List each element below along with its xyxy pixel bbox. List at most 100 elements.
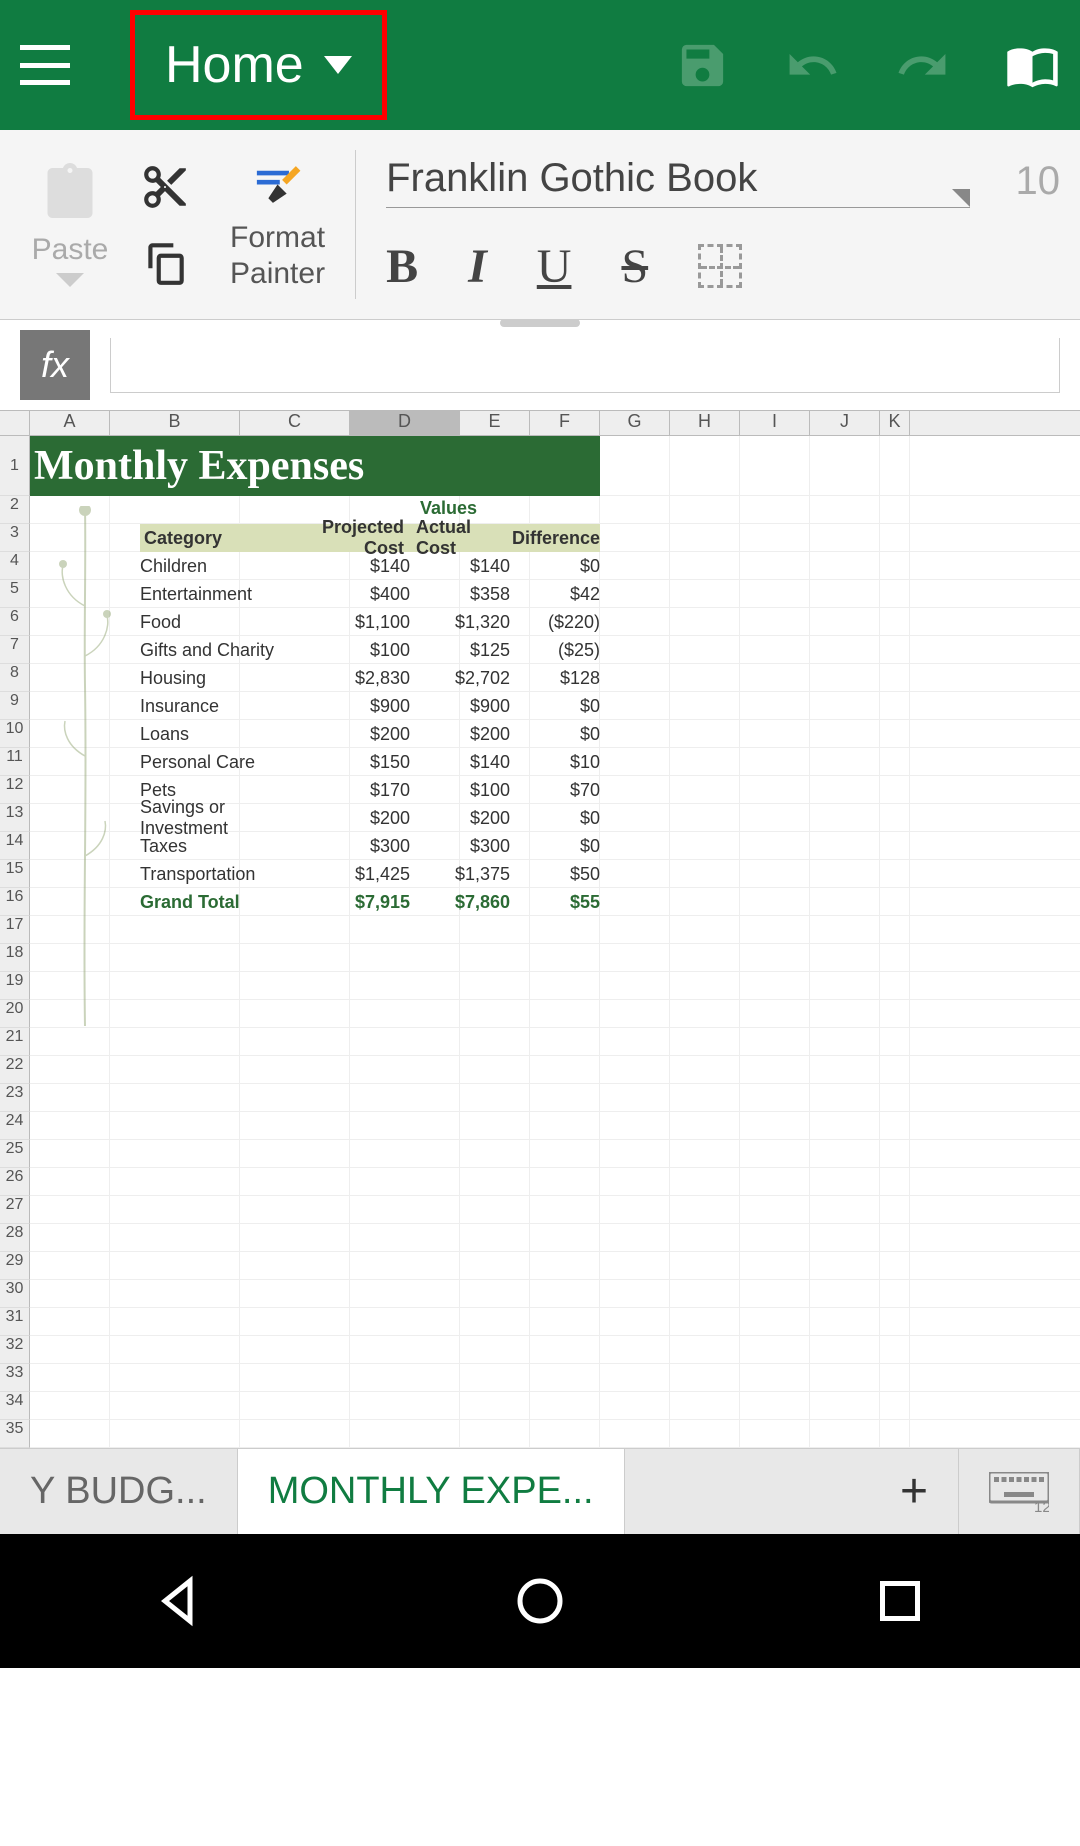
save-icon[interactable] — [675, 38, 730, 93]
italic-button[interactable]: I — [468, 239, 487, 294]
row-header[interactable]: 23 — [0, 1084, 30, 1112]
row-header[interactable]: 4 — [0, 552, 30, 580]
recent-apps-button[interactable] — [870, 1571, 930, 1631]
row-header[interactable]: 11 — [0, 748, 30, 776]
row-header[interactable]: 17 — [0, 916, 30, 944]
col-header[interactable]: H — [670, 411, 740, 435]
row-header[interactable]: 25 — [0, 1140, 30, 1168]
row-header[interactable]: 13 — [0, 804, 30, 832]
col-header[interactable]: G — [600, 411, 670, 435]
table-row[interactable]: Taxes$300$300$0 — [140, 832, 600, 860]
row-header[interactable]: 6 — [0, 608, 30, 636]
table-row[interactable]: Housing$2,830$2,702$128 — [140, 664, 600, 692]
hamburger-menu-icon[interactable] — [20, 45, 70, 85]
row-header[interactable]: 35 — [0, 1420, 30, 1448]
row-header[interactable]: 7 — [0, 636, 30, 664]
table-total-row[interactable]: Grand Total$7,915$7,860$55 — [140, 888, 600, 916]
table-row[interactable]: Transportation$1,425$1,375$50 — [140, 860, 600, 888]
table-header-row: Category Projected Cost Actual Cost Diff… — [140, 524, 600, 552]
paste-label: Paste — [32, 233, 109, 267]
row-header[interactable]: 22 — [0, 1056, 30, 1084]
cut-icon[interactable] — [140, 162, 190, 212]
ribbon-drag-handle[interactable] — [500, 319, 580, 327]
row-header[interactable]: 9 — [0, 692, 30, 720]
col-header-selected[interactable]: D — [350, 411, 460, 435]
col-header[interactable]: E — [460, 411, 530, 435]
col-header[interactable]: F — [530, 411, 600, 435]
row-header[interactable]: 8 — [0, 664, 30, 692]
underline-button[interactable]: U — [537, 239, 572, 294]
row-header[interactable]: 31 — [0, 1308, 30, 1336]
format-painter-label: Format Painter — [230, 220, 325, 292]
app-bar: Home — [0, 0, 1080, 130]
row-header[interactable]: 33 — [0, 1364, 30, 1392]
redo-icon[interactable] — [895, 38, 950, 93]
row-header[interactable]: 15 — [0, 860, 30, 888]
row-header[interactable]: 16 — [0, 888, 30, 916]
col-header[interactable]: K — [880, 411, 910, 435]
table-row[interactable]: Loans$200$200$0 — [140, 720, 600, 748]
chevron-down-icon — [324, 56, 352, 74]
row-header[interactable]: 1 — [0, 436, 30, 496]
col-header[interactable]: J — [810, 411, 880, 435]
bold-button[interactable]: B — [386, 239, 418, 294]
row-header[interactable]: 28 — [0, 1224, 30, 1252]
table-row[interactable]: Insurance$900$900$0 — [140, 692, 600, 720]
add-sheet-button[interactable]: + — [870, 1449, 959, 1534]
col-header[interactable]: A — [30, 411, 110, 435]
col-header[interactable]: C — [240, 411, 350, 435]
borders-button[interactable] — [698, 244, 742, 288]
row-header[interactable]: 12 — [0, 776, 30, 804]
font-name-select[interactable]: Franklin Gothic Book — [386, 156, 970, 208]
ribbon-tab-label: Home — [165, 35, 304, 95]
brush-icon — [250, 157, 305, 212]
col-header[interactable]: I — [740, 411, 810, 435]
table-row[interactable]: Food$1,100$1,320($220) — [140, 608, 600, 636]
paste-button[interactable]: Paste — [20, 140, 120, 309]
row-header[interactable]: 27 — [0, 1196, 30, 1224]
row-header[interactable]: 19 — [0, 972, 30, 1000]
row-header[interactable]: 20 — [0, 1000, 30, 1028]
header-difference: Difference — [510, 528, 600, 549]
android-nav-bar — [0, 1534, 1080, 1668]
keyboard-toggle-button[interactable]: 123 — [959, 1449, 1080, 1534]
col-header[interactable]: B — [110, 411, 240, 435]
formula-input[interactable] — [110, 338, 1060, 393]
ribbon-tab-dropdown[interactable]: Home — [130, 10, 387, 120]
table-row[interactable]: Children$140$140$0 — [140, 552, 600, 580]
row-header[interactable]: 29 — [0, 1252, 30, 1280]
row-header[interactable]: 26 — [0, 1168, 30, 1196]
ribbon: Paste Format Painter Franklin Gothic Boo… — [0, 130, 1080, 320]
home-button[interactable] — [510, 1571, 570, 1631]
row-header[interactable]: 10 — [0, 720, 30, 748]
row-header[interactable]: 21 — [0, 1028, 30, 1056]
svg-text:123: 123 — [1034, 1499, 1049, 1512]
format-painter-button[interactable]: Format Painter — [210, 140, 345, 309]
strikethrough-button[interactable]: S — [621, 239, 648, 294]
table-row[interactable]: Personal Care$150$140$10 — [140, 748, 600, 776]
row-header[interactable]: 18 — [0, 944, 30, 972]
sheet-tab-active[interactable]: MONTHLY EXPE... — [238, 1449, 625, 1534]
sheet-title-cell[interactable]: Monthly Expenses — [30, 436, 600, 496]
row-header[interactable]: 2 — [0, 496, 30, 524]
back-button[interactable] — [150, 1571, 210, 1631]
values-header: Values — [420, 498, 477, 519]
table-row[interactable]: Entertainment$400$358$42 — [140, 580, 600, 608]
sheet-tab[interactable]: Y BUDG... — [0, 1449, 238, 1534]
reading-view-icon[interactable] — [1005, 38, 1060, 93]
row-header[interactable]: 3 — [0, 524, 30, 552]
row-header[interactable]: 30 — [0, 1280, 30, 1308]
row-header[interactable]: 14 — [0, 832, 30, 860]
formula-bar: fx — [0, 320, 1080, 410]
copy-icon[interactable] — [140, 237, 190, 287]
table-row[interactable]: Savings or Investment$200$200$0 — [140, 804, 600, 832]
row-header[interactable]: 32 — [0, 1336, 30, 1364]
row-header[interactable]: 34 — [0, 1392, 30, 1420]
fx-button[interactable]: fx — [20, 330, 90, 400]
spreadsheet-grid[interactable]: 1234567891011121314151617181920212223242… — [0, 436, 1080, 1448]
table-row[interactable]: Gifts and Charity$100$125($25) — [140, 636, 600, 664]
row-header[interactable]: 5 — [0, 580, 30, 608]
undo-icon[interactable] — [785, 38, 840, 93]
font-size-input[interactable]: 10 — [1000, 159, 1060, 204]
row-header[interactable]: 24 — [0, 1112, 30, 1140]
